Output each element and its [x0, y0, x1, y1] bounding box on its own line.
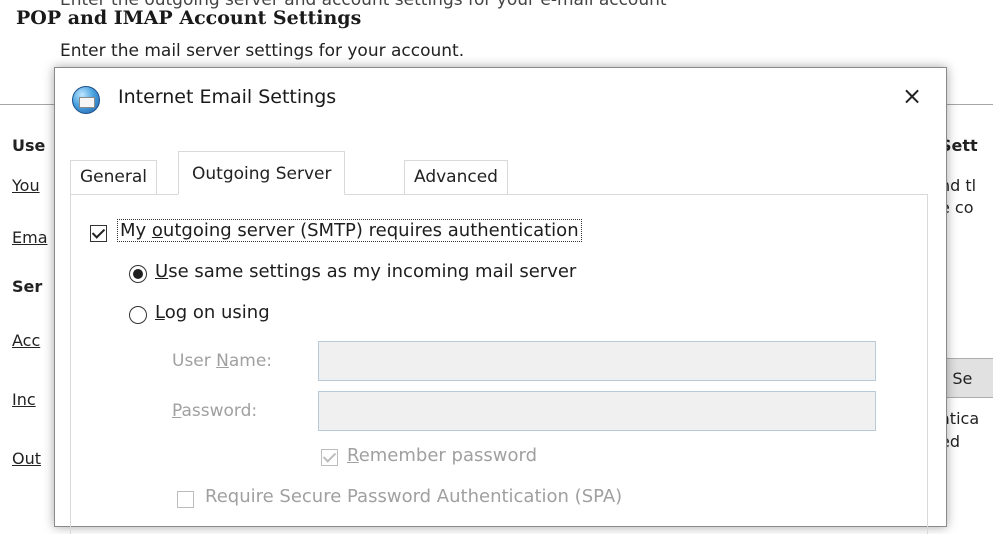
- same-settings-mnemonic: U: [155, 261, 169, 282]
- remember-password-label-post: emember password: [358, 445, 537, 466]
- server-information-heading: Ser: [12, 277, 43, 296]
- remember-password-mnemonic: R: [347, 445, 359, 466]
- outlook-globe-envelope-icon: [72, 86, 100, 114]
- password-field[interactable]: [318, 391, 876, 431]
- smtp-auth-mnemonic: o: [151, 220, 163, 241]
- user-name-label-post: ame:: [228, 351, 273, 371]
- user-name-label: User Name:: [172, 351, 272, 371]
- remember-password-checkbox[interactable]: [321, 449, 338, 466]
- log-on-using-label[interactable]: Log on using: [155, 302, 270, 323]
- same-settings-label-post: se same settings as my incoming mail ser…: [168, 261, 577, 282]
- smtp-auth-label-pre: My: [120, 220, 152, 241]
- log-on-using-label-post: og on using: [164, 302, 270, 323]
- smtp-auth-label-post: utgoing server (SMTP) requires authentic…: [162, 220, 579, 241]
- password-label-post: assword:: [181, 401, 258, 421]
- tab-general[interactable]: General: [70, 160, 157, 194]
- remember-password-label[interactable]: Remember password: [347, 445, 537, 466]
- your-name-label: You: [12, 176, 40, 195]
- password-mnemonic: P: [172, 401, 182, 421]
- page-subtitle: Enter the mail server settings for your …: [60, 41, 465, 61]
- user-name-label-pre: User: [172, 351, 217, 371]
- smtp-auth-checkbox[interactable]: [90, 225, 107, 242]
- account-type-label: Acc: [12, 331, 41, 350]
- close-icon[interactable]: ×: [895, 80, 929, 112]
- smtp-auth-label[interactable]: My outgoing server (SMTP) requires authe…: [117, 219, 582, 242]
- user-name-field[interactable]: [318, 341, 876, 381]
- spa-label[interactable]: Require Secure Password Authentication (…: [205, 486, 622, 507]
- email-address-label: Ema: [12, 228, 48, 247]
- log-on-using-mnemonic: L: [155, 302, 165, 323]
- user-information-heading: Use: [12, 136, 46, 155]
- tab-advanced[interactable]: Advanced: [404, 160, 508, 194]
- outgoing-server-label: Out: [12, 449, 42, 468]
- tab-outgoing-server[interactable]: Outgoing Server: [178, 151, 346, 195]
- password-label: Password:: [172, 401, 257, 421]
- same-settings-label[interactable]: Use same settings as my incoming mail se…: [155, 261, 576, 282]
- log-on-using-radio[interactable]: [129, 306, 147, 324]
- spa-checkbox[interactable]: [177, 491, 194, 508]
- dialog-title: Internet Email Settings: [118, 86, 337, 108]
- incoming-server-label: Inc: [12, 390, 36, 409]
- same-settings-radio[interactable]: [129, 265, 147, 283]
- page-title: POP and IMAP Account Settings: [16, 7, 362, 29]
- internet-email-settings-dialog: Internet Email Settings × General Outgoi…: [54, 67, 947, 534]
- user-name-mnemonic: N: [216, 351, 229, 371]
